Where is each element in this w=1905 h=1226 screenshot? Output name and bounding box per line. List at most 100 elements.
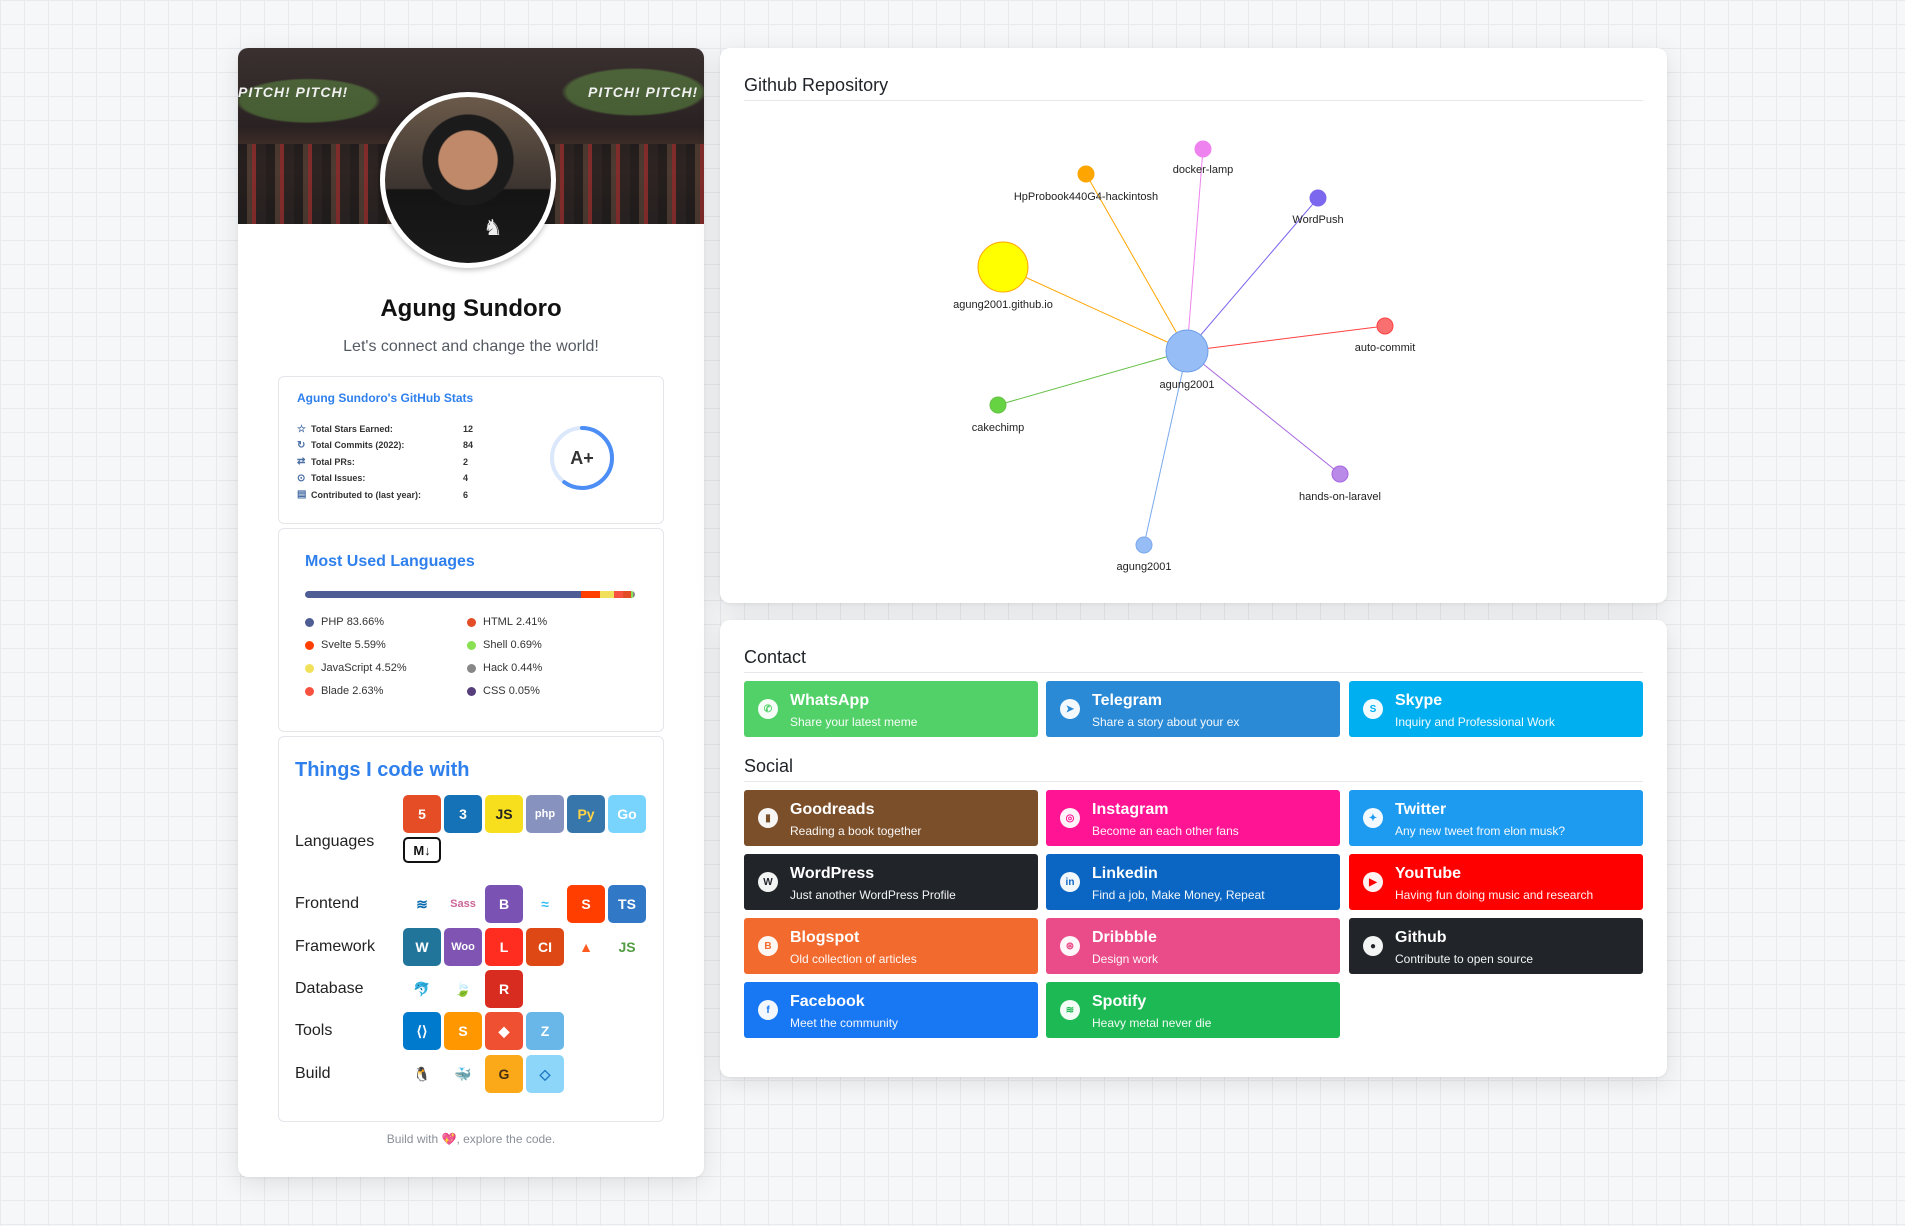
twitter-subtitle: Any new tweet from elon musk? bbox=[1395, 824, 1566, 838]
language-name: CSS bbox=[483, 685, 506, 697]
language-item: JavaScript 4.52% bbox=[305, 662, 407, 674]
codeigniter-icon: CI bbox=[526, 928, 564, 966]
dribbble-subtitle: Design work bbox=[1092, 952, 1159, 966]
repo-label: docker-lamp bbox=[1173, 164, 1234, 176]
twitter-icon: ✦ bbox=[1363, 808, 1383, 828]
wordpress-button[interactable]: W WordPress Just another WordPress Profile bbox=[744, 854, 1038, 910]
category-label: Framework bbox=[295, 938, 376, 955]
cover-banner-left: PITCH! PITCH! bbox=[238, 84, 349, 100]
html5-icon: 5 bbox=[403, 795, 441, 833]
shirt-logo-icon: ♞ bbox=[483, 215, 503, 240]
star-icon: ☆ bbox=[297, 423, 306, 435]
repo-node[interactable] bbox=[1331, 465, 1349, 483]
wordpress-icon: W bbox=[403, 928, 441, 966]
stat-row: ⇄ Total PRs: 2 bbox=[297, 454, 517, 470]
sass-icon: Sass bbox=[444, 885, 482, 923]
skype-title: Skype bbox=[1395, 692, 1443, 709]
languages-bar bbox=[305, 591, 635, 598]
linkedin-title: Linkedin bbox=[1092, 865, 1158, 882]
linkedin-button[interactable]: in Linkedin Find a job, Make Money, Repeat bbox=[1046, 854, 1340, 910]
issue-icon: ⊙ bbox=[297, 472, 306, 484]
github-stats-card[interactable]: Agung Sundoro's GitHub Stats ☆ Total Star… bbox=[278, 376, 664, 524]
cover-banner-right: PITCH! PITCH! bbox=[588, 84, 699, 100]
social-divider bbox=[744, 781, 1643, 782]
javascript-icon: JS bbox=[485, 795, 523, 833]
language-dot-icon bbox=[305, 617, 314, 627]
facebook-icon: f bbox=[758, 1000, 778, 1020]
telegram-subtitle: Share a story about your ex bbox=[1092, 715, 1240, 729]
whatsapp-subtitle: Share your latest meme bbox=[790, 715, 918, 729]
repo-center-label: agung2001 bbox=[1159, 379, 1214, 391]
goodreads-button[interactable]: ▮ Goodreads Reading a book together bbox=[744, 790, 1038, 846]
footer-prefix: Build with bbox=[386, 1132, 439, 1146]
docker-icon: 🐳 bbox=[444, 1055, 482, 1093]
icon-row: 🐬 🍃 R bbox=[403, 970, 523, 1008]
redis-icon: R bbox=[485, 970, 523, 1008]
stat-label: Total Issues: bbox=[311, 473, 366, 484]
footer-link[interactable]: , explore the code. bbox=[456, 1132, 555, 1146]
facebook-button[interactable]: f Facebook Meet the community bbox=[744, 982, 1038, 1038]
spotify-button[interactable]: ≋ Spotify Heavy metal never die bbox=[1046, 982, 1340, 1038]
repo-node[interactable] bbox=[977, 241, 1029, 293]
language-bar-segment bbox=[623, 591, 632, 598]
repo-node[interactable] bbox=[1376, 317, 1394, 335]
woocommerce-icon: Woo bbox=[444, 928, 482, 966]
grade-label: A+ bbox=[570, 448, 594, 468]
repo-node[interactable] bbox=[1309, 189, 1327, 207]
hack-icon: ▲ bbox=[567, 928, 605, 966]
youtube-button[interactable]: ▶ YouTube Having fun doing music and resea… bbox=[1349, 854, 1643, 910]
language-dot-icon bbox=[305, 640, 314, 650]
repo-center-node[interactable] bbox=[1165, 329, 1209, 373]
twitter-button[interactable]: ✦ Twitter Any new tweet from elon musk? bbox=[1349, 790, 1643, 846]
profile-tagline: Let's connect and change the world! bbox=[343, 338, 599, 355]
repo-label: agung2001 bbox=[1116, 561, 1171, 573]
github-button[interactable]: ● Github Contribute to open source bbox=[1349, 918, 1643, 974]
wordpress-title: WordPress bbox=[790, 865, 875, 882]
language-percent: 5.59% bbox=[354, 639, 386, 651]
repo-node[interactable] bbox=[1135, 536, 1153, 554]
dribbble-icon: ⊛ bbox=[1060, 936, 1080, 956]
language-item: Svelte 5.59% bbox=[305, 639, 386, 651]
stat-value: 12 bbox=[463, 424, 474, 434]
skype-button[interactable]: S Skype Inquiry and Professional Work bbox=[1349, 681, 1643, 737]
language-dot-icon bbox=[467, 663, 476, 673]
profile-card: PITCH! PITCH! PITCH! PITCH! ♞ Agung Sund… bbox=[238, 48, 704, 1177]
wordpress-subtitle: Just another WordPress Profile bbox=[790, 888, 956, 902]
github-title: Github bbox=[1395, 929, 1447, 946]
stat-row: ▤ Contributed to (last year): 6 bbox=[297, 487, 517, 503]
stat-label: Total Commits (2022): bbox=[311, 440, 405, 451]
heart-icon: 💖 bbox=[441, 1132, 457, 1146]
repo-node[interactable] bbox=[1194, 140, 1212, 158]
language-percent: 0.05% bbox=[508, 685, 540, 697]
linkedin-subtitle: Find a job, Make Money, Repeat bbox=[1092, 888, 1265, 902]
language-percent: 2.41% bbox=[516, 616, 548, 628]
dribbble-title: Dribbble bbox=[1092, 929, 1157, 946]
language-bar-segment bbox=[599, 591, 615, 598]
repository-graph[interactable]: docker-lamp HpProbook440G4-hackintosh Word… bbox=[720, 48, 1667, 603]
stat-value: 84 bbox=[463, 440, 474, 451]
contact-title: Contact bbox=[744, 647, 807, 667]
stat-label: Total PRs: bbox=[311, 456, 355, 467]
github-icon: ● bbox=[1363, 936, 1383, 956]
instagram-button[interactable]: ◎ Instagram Become an each other fans bbox=[1046, 790, 1340, 846]
youtube-icon: ▶ bbox=[1363, 872, 1383, 892]
icon-row: ⟨⟩ S ◆ Z bbox=[403, 1012, 564, 1050]
repo-label: WordPush bbox=[1292, 214, 1343, 226]
telegram-button[interactable]: ➤ Telegram Share a story about your ex bbox=[1046, 681, 1340, 737]
languages-card[interactable]: Most Used Languages PHP 83.66% Svelte 5.5… bbox=[278, 528, 664, 732]
telegram-icon: ➤ bbox=[1060, 699, 1080, 719]
repo-node[interactable] bbox=[989, 396, 1007, 414]
language-percent: 0.44% bbox=[511, 662, 543, 674]
footer-text: Build with 💖, explore the code. bbox=[238, 1132, 704, 1146]
instagram-title: Instagram bbox=[1092, 801, 1169, 818]
markdown-icon: M↓ bbox=[403, 837, 441, 863]
whatsapp-button[interactable]: ✆ WhatsApp Share your latest meme bbox=[744, 681, 1038, 737]
twitter-title: Twitter bbox=[1395, 801, 1447, 818]
repo-node[interactable] bbox=[1077, 165, 1095, 183]
repo-label: auto-commit bbox=[1355, 342, 1416, 354]
blogspot-button[interactable]: B Blogspot Old collection of articles bbox=[744, 918, 1038, 974]
blogger-icon: B bbox=[758, 936, 778, 956]
instagram-subtitle: Become an each other fans bbox=[1092, 824, 1239, 838]
languages-title: Most Used Languages bbox=[305, 553, 475, 570]
dribbble-button[interactable]: ⊛ Dribbble Design work bbox=[1046, 918, 1340, 974]
